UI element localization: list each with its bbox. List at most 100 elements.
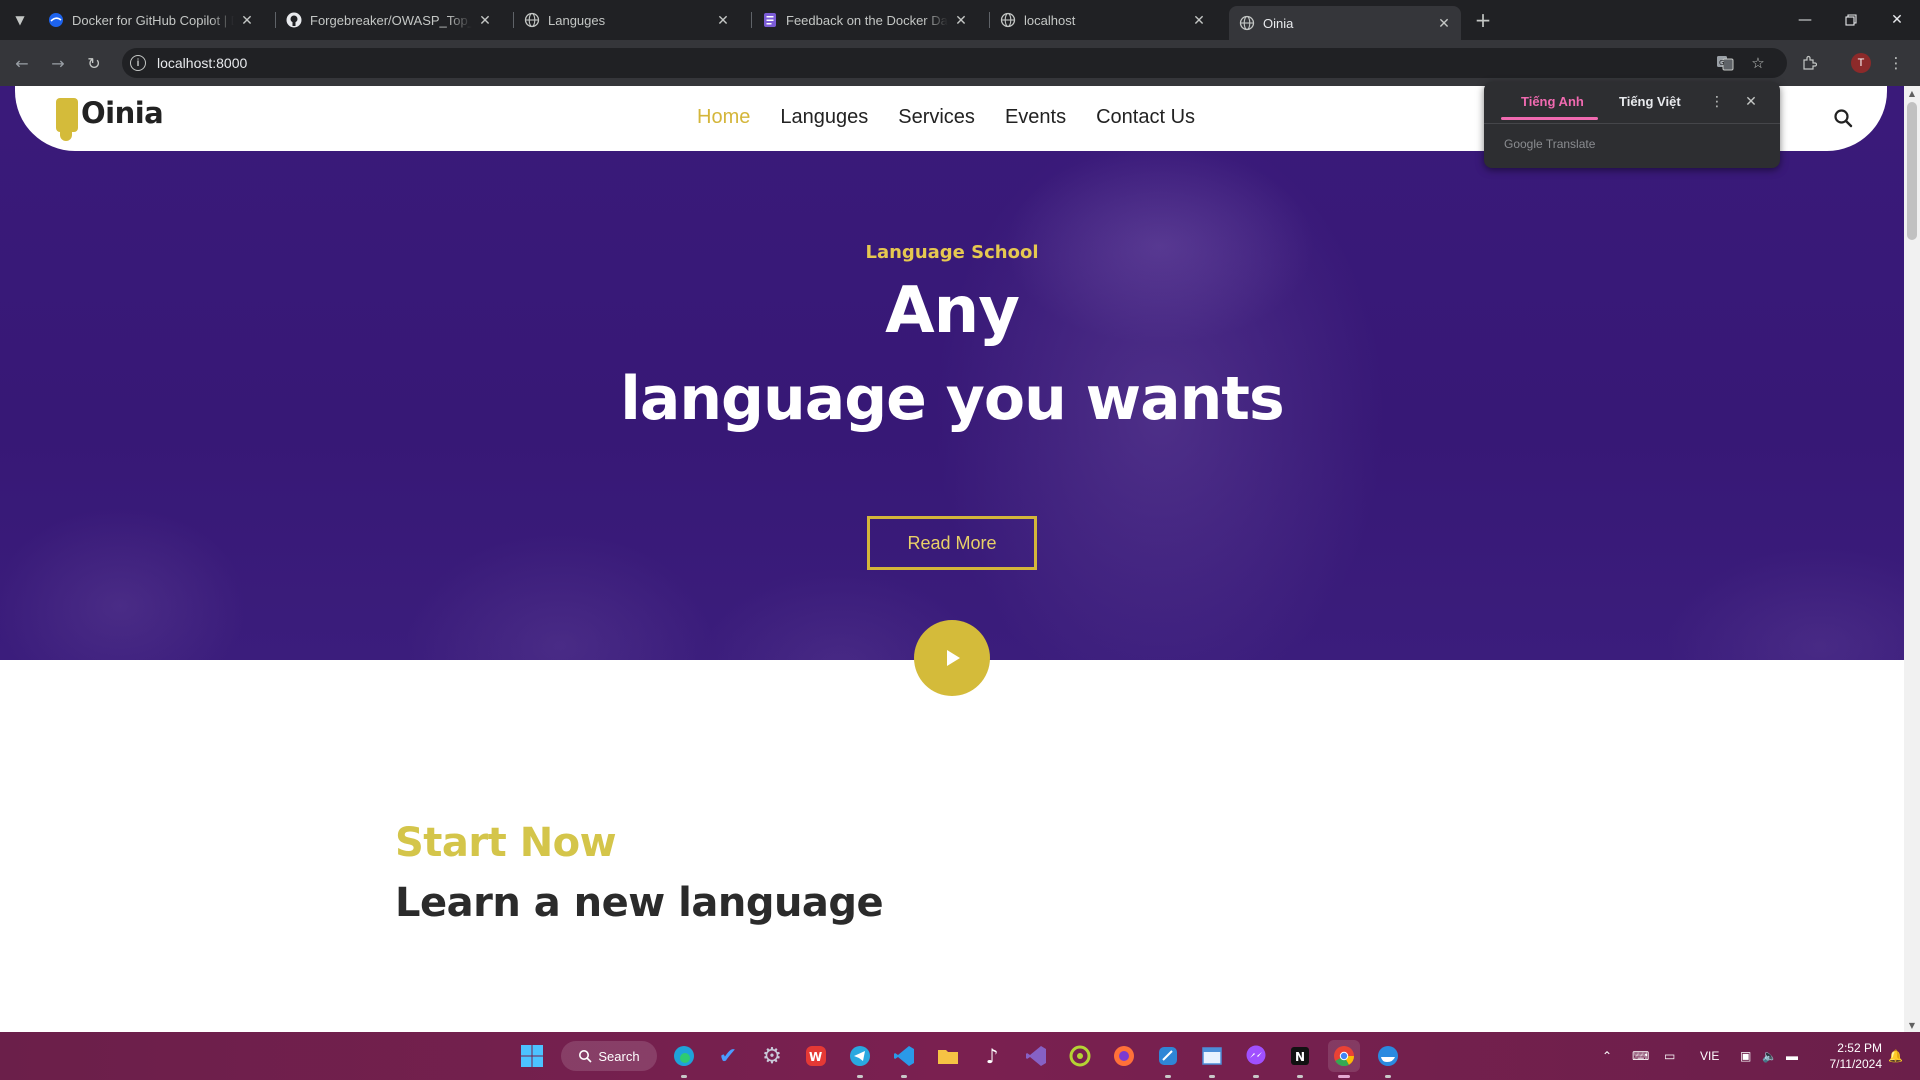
file-explorer-icon[interactable]	[932, 1040, 964, 1072]
hero-subtitle: Language School	[865, 242, 1039, 263]
snail-app-icon[interactable]	[1064, 1040, 1096, 1072]
page-scrollbar[interactable]: ▲ ▼	[1904, 86, 1920, 1032]
translate-popup: Tiếng Anh Tiếng Việt ⋮ ✕ Google Translat…	[1484, 82, 1780, 168]
tab-title: Forgebreaker/OWASP_Top_10_2	[310, 12, 472, 28]
globe-icon	[1239, 15, 1255, 31]
tab-oinia[interactable]: Oinia ✕	[1229, 6, 1461, 40]
firefox-icon[interactable]	[1108, 1040, 1140, 1072]
back-button[interactable]: ←	[10, 51, 34, 75]
close-icon[interactable]: ✕	[1190, 11, 1208, 29]
telegram-icon[interactable]	[844, 1040, 876, 1072]
running-indicator	[1209, 1075, 1215, 1078]
tab-title: Oinia	[1263, 15, 1294, 31]
reload-button[interactable]: ↻	[82, 51, 106, 75]
edge-icon[interactable]	[668, 1040, 700, 1072]
translate-icon[interactable]: G	[1714, 52, 1736, 74]
nav-events[interactable]: Events	[1005, 106, 1066, 129]
site-info-icon[interactable]: i	[130, 55, 146, 71]
play-video-button[interactable]	[914, 620, 990, 696]
nav-contact-us[interactable]: Contact Us	[1096, 106, 1195, 129]
scroll-thumb[interactable]	[1907, 102, 1917, 240]
translate-source-lang[interactable]: Tiếng Anh	[1521, 94, 1584, 109]
clock[interactable]: 2:52 PM 7/11/2024	[1818, 1040, 1883, 1072]
hero-title-line1: Any	[885, 274, 1020, 348]
clock-time: 2:52 PM	[1837, 1041, 1882, 1055]
tab-title: localhost	[1024, 12, 1076, 28]
taskbar-search[interactable]: Search	[561, 1041, 657, 1071]
minimize-button[interactable]: —	[1782, 0, 1828, 40]
github-icon	[286, 12, 302, 28]
visual-studio-icon[interactable]	[1020, 1040, 1052, 1072]
close-icon[interactable]: ✕	[238, 11, 256, 29]
tiktok-icon[interactable]: ♪	[976, 1040, 1008, 1072]
translate-brand: Google Translate	[1504, 137, 1596, 151]
section-heading: Learn a new language	[395, 880, 884, 926]
profile-avatar[interactable]: T	[1851, 53, 1871, 73]
battery-icon[interactable]: ▬	[1786, 1032, 1798, 1080]
logo-icon[interactable]	[56, 98, 78, 141]
nav-languges[interactable]: Languges	[780, 106, 868, 129]
restore-button[interactable]	[1828, 0, 1874, 40]
volume-icon[interactable]: 🔈	[1762, 1032, 1777, 1080]
tab-github-owasp[interactable]: Forgebreaker/OWASP_Top_10_2 ✕	[276, 6, 502, 34]
tab-languges[interactable]: Languges ✕	[514, 6, 740, 34]
todo-icon[interactable]: ✔	[712, 1040, 744, 1072]
tab-title: Languges	[548, 12, 606, 28]
notification-bell-icon[interactable]: 🔔	[1888, 1032, 1903, 1080]
browser-menu-icon[interactable]: ⋮	[1885, 52, 1907, 74]
tab-docker-copilot[interactable]: Docker for GitHub Copilot | Do ✕	[38, 6, 264, 34]
messenger-icon[interactable]	[1240, 1040, 1272, 1072]
wps-office-icon[interactable]: W	[800, 1040, 832, 1072]
new-tab-button[interactable]: +	[1471, 8, 1495, 32]
whiteboard-icon[interactable]	[1152, 1040, 1184, 1072]
logo-text[interactable]: Oinia	[81, 96, 164, 130]
running-indicator	[1253, 1075, 1259, 1078]
nav-services[interactable]: Services	[898, 106, 975, 129]
close-icon[interactable]: ✕	[714, 11, 732, 29]
forward-button[interactable]: →	[46, 51, 70, 75]
close-icon[interactable]: ✕	[1742, 93, 1760, 111]
docker-icon[interactable]	[1372, 1040, 1404, 1072]
docker-icon	[48, 12, 64, 28]
close-icon[interactable]: ✕	[1435, 14, 1453, 32]
input-language[interactable]: VIE	[1700, 1032, 1719, 1080]
tab-search-button[interactable]: ▼	[8, 8, 32, 32]
globe-icon	[1000, 12, 1016, 28]
address-bar[interactable]: i localhost:8000	[122, 48, 1787, 78]
search-icon	[579, 1050, 592, 1063]
more-options-icon[interactable]: ⋮	[1708, 93, 1726, 111]
scroll-up-arrow[interactable]: ▲	[1904, 86, 1920, 100]
search-icon[interactable]	[1832, 107, 1854, 129]
svg-text:W: W	[809, 1050, 822, 1064]
tab-title: Feedback on the Docker Dashb	[786, 12, 948, 28]
show-hidden-icons[interactable]: ⌃	[1602, 1032, 1612, 1080]
extensions-icon[interactable]	[1798, 52, 1820, 74]
hero-title-line2: language you wants	[620, 364, 1284, 434]
nav-home[interactable]: Home	[697, 106, 750, 129]
close-icon[interactable]: ✕	[476, 11, 494, 29]
window-close-button[interactable]: ✕	[1874, 0, 1920, 40]
app-window-icon[interactable]	[1196, 1040, 1228, 1072]
tab-docker-feedback[interactable]: Feedback on the Docker Dashb ✕	[752, 6, 978, 34]
active-indicator	[1338, 1075, 1350, 1078]
settings-icon[interactable]: ⚙	[756, 1040, 788, 1072]
chrome-icon[interactable]	[1328, 1040, 1360, 1072]
taskbar-search-label: Search	[598, 1048, 640, 1064]
network-icon[interactable]: ▣	[1740, 1032, 1751, 1080]
tab-localhost[interactable]: localhost ✕	[990, 6, 1216, 34]
read-more-button[interactable]: Read More	[867, 516, 1037, 570]
hero-section: Language School Any language you wants R…	[0, 86, 1904, 660]
active-tab-indicator	[1501, 117, 1598, 120]
close-icon[interactable]: ✕	[952, 11, 970, 29]
url-text[interactable]: localhost:8000	[157, 55, 247, 71]
keyboard-icon[interactable]: ⌨	[1632, 1032, 1649, 1080]
vscode-icon[interactable]	[888, 1040, 920, 1072]
tablet-mode-icon[interactable]: ▭	[1664, 1032, 1675, 1080]
start-icon[interactable]	[516, 1040, 548, 1072]
notion-icon[interactable]: N	[1284, 1040, 1316, 1072]
scroll-down-arrow[interactable]: ▼	[1904, 1018, 1920, 1032]
translate-target-lang[interactable]: Tiếng Việt	[1619, 94, 1681, 109]
bookmark-star-icon[interactable]: ☆	[1747, 52, 1769, 74]
globe-icon	[524, 12, 540, 28]
tab-strip: ▼ Docker for GitHub Copilot | Do ✕ Forge…	[0, 0, 1920, 40]
